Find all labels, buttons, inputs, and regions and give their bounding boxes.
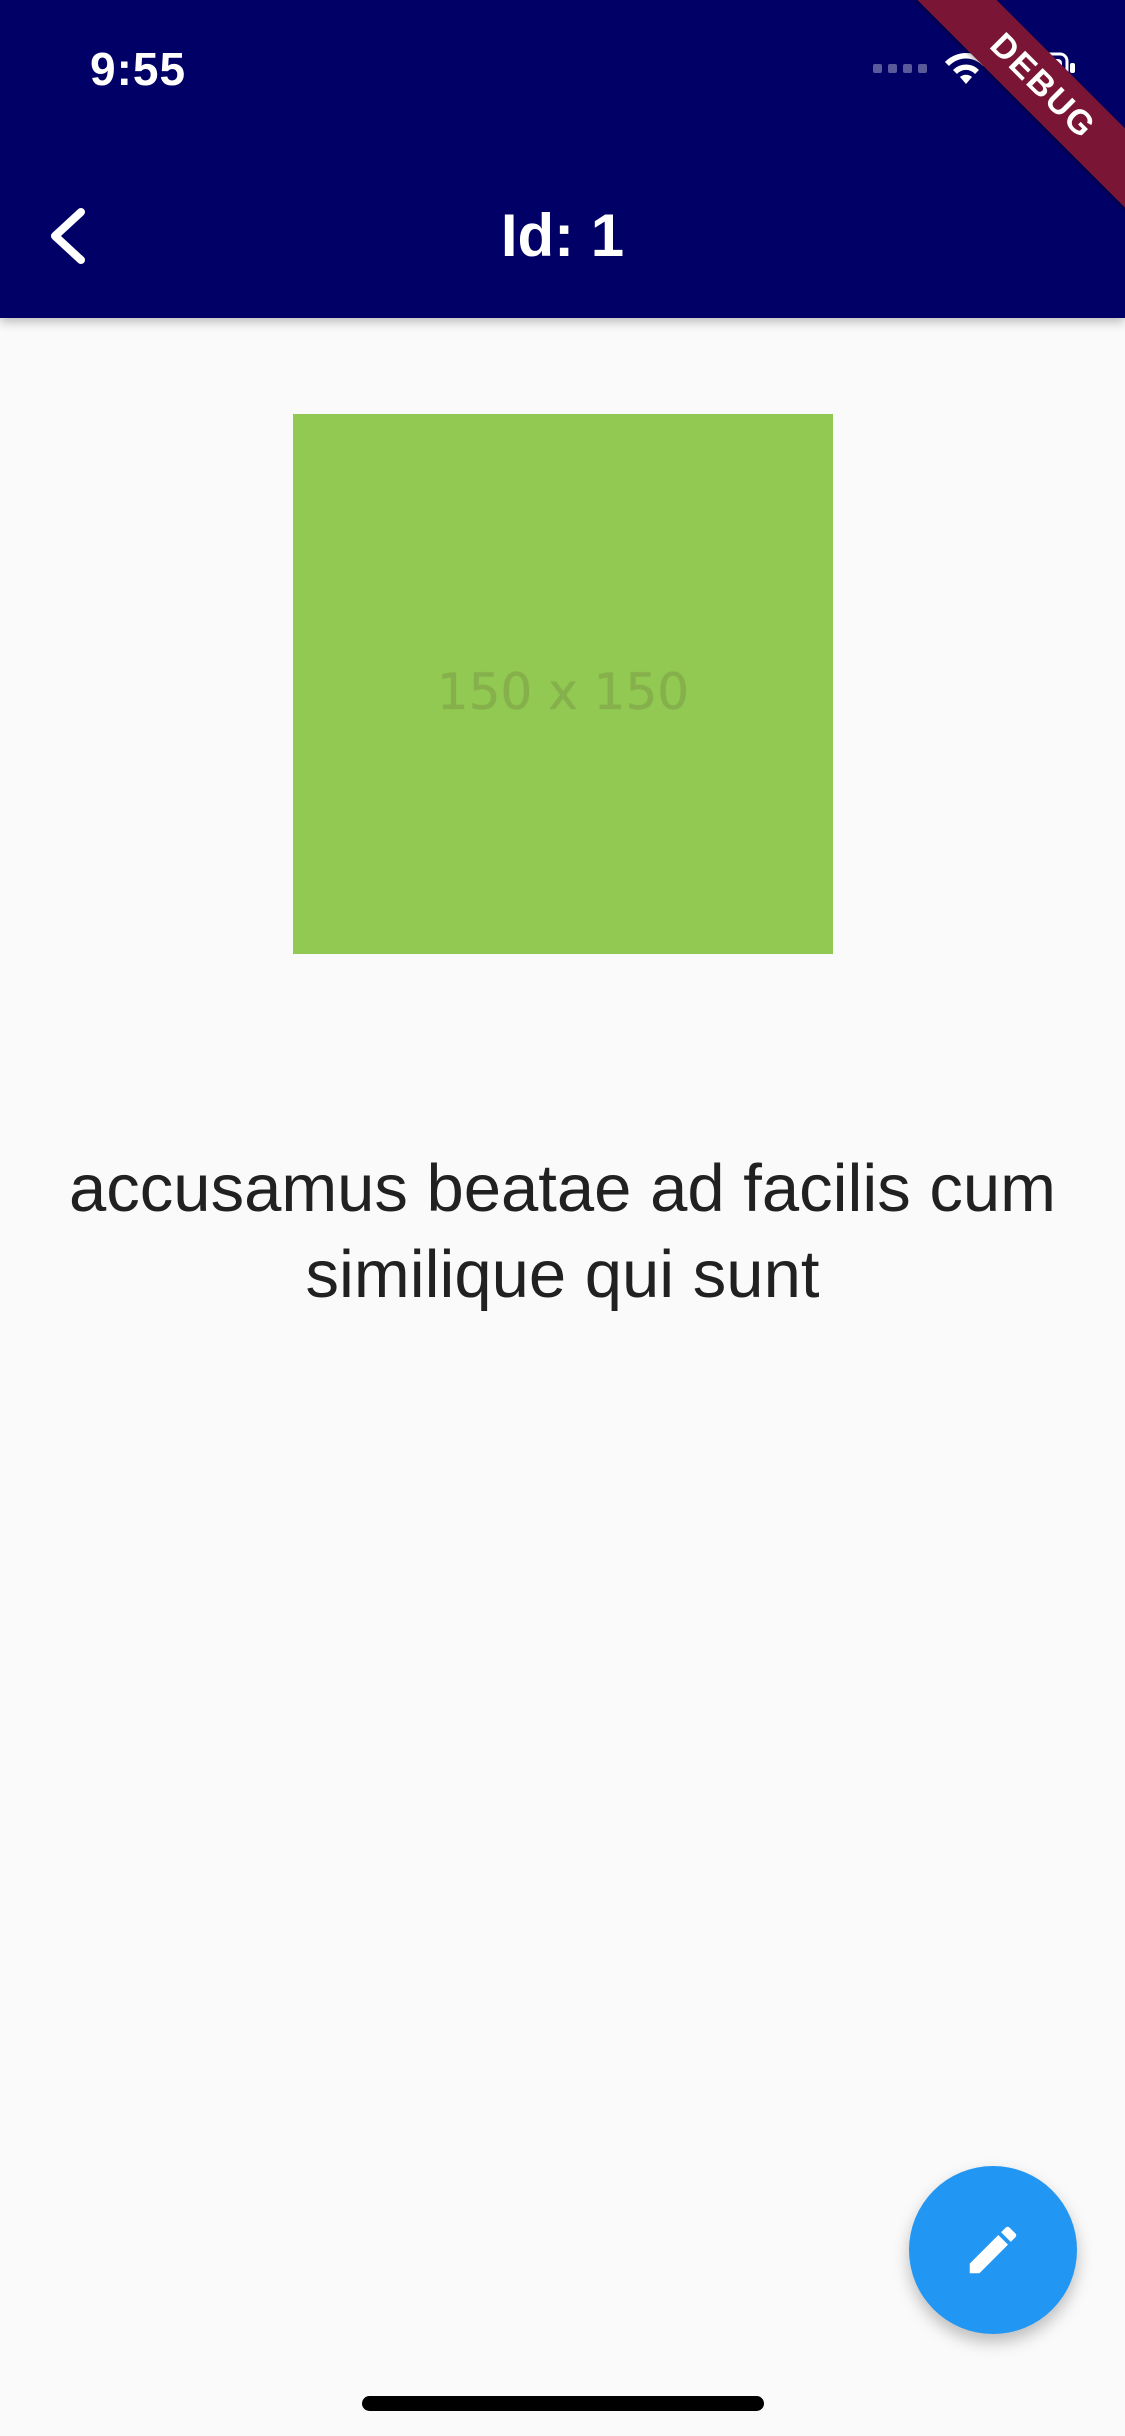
edit-button[interactable] bbox=[909, 2166, 1077, 2334]
page-title: Id: 1 bbox=[500, 202, 625, 269]
home-indicator[interactable] bbox=[362, 2396, 764, 2411]
signal-icon bbox=[873, 64, 927, 73]
photo-placeholder-label: 150 x 150 bbox=[436, 663, 690, 721]
photo-image: 150 x 150 bbox=[293, 414, 833, 954]
app-bar: 9:55 Id: 1 DEBUG bbox=[0, 0, 1125, 318]
status-bar-time: 9:55 bbox=[90, 43, 187, 95]
edit-icon bbox=[969, 2226, 1017, 2274]
photo-title: accusamus beatae ad facilis cum similiqu… bbox=[69, 1151, 1056, 1312]
